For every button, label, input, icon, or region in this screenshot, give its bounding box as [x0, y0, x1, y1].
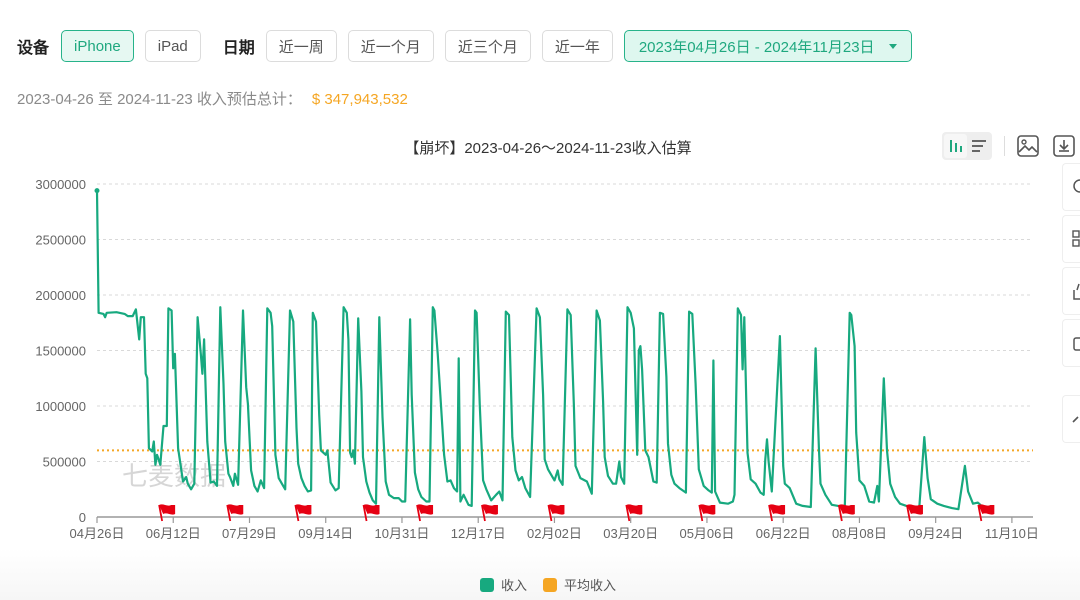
- x-tick-label: 09月14日: [298, 526, 353, 541]
- version-flag-icon: [906, 504, 923, 522]
- version-flag-icon: [625, 504, 643, 522]
- y-tick-label: 1500000: [35, 344, 86, 359]
- version-flag-icon: [294, 504, 312, 522]
- x-tick-label: 08月08日: [832, 526, 887, 541]
- legend-swatch-revenue: [479, 577, 494, 592]
- y-tick-label: 2500000: [35, 233, 86, 248]
- version-flag-icon: [837, 504, 855, 522]
- version-flag-icon: [977, 504, 995, 522]
- y-tick-label: 0: [79, 510, 86, 525]
- x-tick-label: 11月10日: [985, 526, 1039, 541]
- x-tick-label: 10月31日: [375, 526, 430, 541]
- version-flag-icon: [226, 504, 244, 522]
- x-tick-label: 07月29日: [222, 526, 277, 541]
- x-tick-label: 05月06日: [679, 526, 734, 541]
- version-flag-icon: [547, 504, 565, 522]
- revenue-line-chart: 0 500000 1000000 1500000 2000000 2500000 30000…: [35, 177, 1039, 541]
- legend-swatch-average: [543, 577, 557, 592]
- y-tick-label: 1000000: [35, 399, 86, 414]
- x-tick-label: 06月12日: [146, 526, 201, 541]
- x-tick-label: 03月20日: [603, 526, 658, 541]
- x-tick-label: 09月24日: [908, 526, 963, 541]
- version-flag-icon: [481, 504, 498, 522]
- legend-item-average[interactable]: 平均收入: [543, 575, 616, 594]
- x-tick-label: 06月22日: [756, 526, 811, 541]
- y-tick-label: 2000000: [35, 288, 86, 303]
- legend-item-revenue[interactable]: 收入: [479, 575, 527, 594]
- version-flags: [158, 504, 995, 522]
- x-tick-label: 12月17日: [451, 526, 506, 541]
- y-axis-labels: 0 500000 1000000 1500000 2000000 2500000 30000…: [35, 177, 86, 525]
- x-tick-label: 02月02日: [527, 526, 582, 541]
- version-flag-icon: [362, 504, 380, 522]
- version-flag-icon: [416, 504, 434, 522]
- x-axis: 04月26日 06月12日 07月29日 09月14日 10月31日 12月17日 02月0…: [70, 516, 1039, 541]
- chart-legend: 收入 平均收入: [0, 575, 1080, 594]
- y-tick-label: 500000: [43, 455, 86, 470]
- legend-label-average: 平均收入: [564, 578, 617, 593]
- x-tick-label: 04月26日: [70, 526, 125, 541]
- legend-label-revenue: 收入: [500, 578, 527, 593]
- revenue-start-point: [94, 188, 100, 194]
- y-tick-label: 3000000: [35, 177, 86, 192]
